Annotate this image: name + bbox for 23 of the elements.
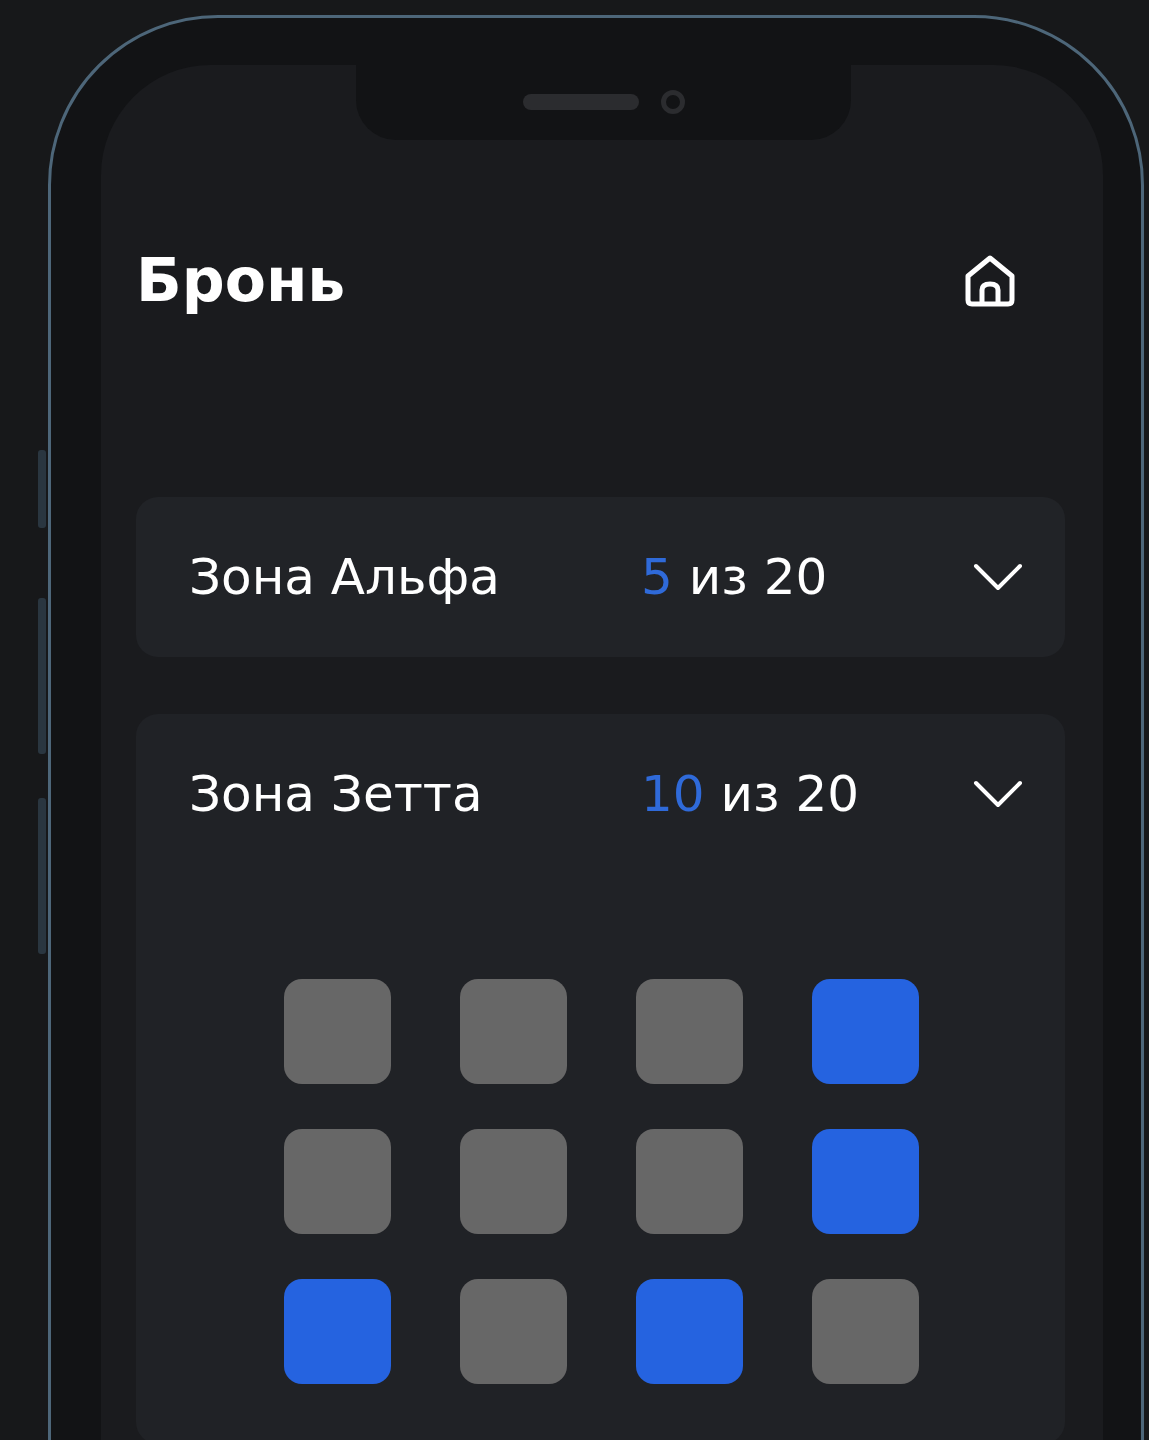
seat-count: 5 из 20 (641, 548, 829, 606)
seat[interactable] (636, 1129, 743, 1234)
seat[interactable] (812, 1129, 919, 1234)
seat[interactable] (812, 1279, 919, 1384)
camera-icon (660, 89, 685, 114)
chevron-down-icon[interactable] (973, 779, 1023, 809)
zone-card[interactable]: Зона Зетта 10 из 20 (136, 714, 1065, 1440)
seat[interactable] (812, 979, 919, 1084)
seat[interactable] (460, 979, 567, 1084)
seat[interactable] (284, 979, 391, 1084)
speaker-icon (522, 93, 639, 110)
chevron-down-icon[interactable] (973, 562, 1023, 592)
seat[interactable] (284, 1129, 391, 1234)
page-title: Бронь (136, 245, 346, 315)
zone-name: Зона Альфа (189, 548, 501, 606)
zone-card[interactable]: Зона Альфа 5 из 20 (136, 497, 1065, 657)
seat[interactable] (460, 1279, 567, 1384)
seat[interactable] (460, 1129, 567, 1234)
seat[interactable] (636, 1279, 743, 1384)
seat[interactable] (284, 1279, 391, 1384)
zone-name: Зона Зетта (189, 765, 484, 823)
seat[interactable] (636, 979, 743, 1084)
seat-count: 10 из 20 (641, 765, 861, 823)
